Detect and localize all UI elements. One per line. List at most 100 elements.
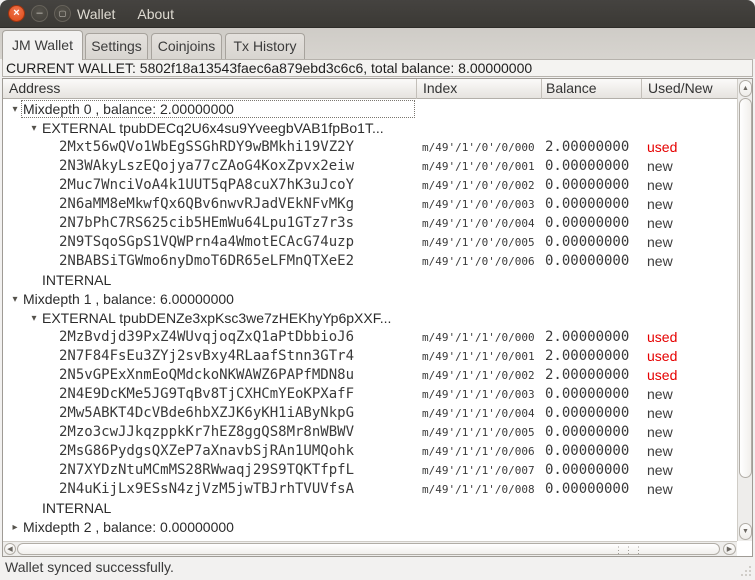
address-cell[interactable]: 2N5vGPExXnmEoQMdckoNKWAWZ6PAPfMDN8u — [59, 366, 354, 385]
scroll-up-icon[interactable]: ▲ — [739, 80, 752, 97]
horizontal-scrollbar[interactable]: ◀ ⋮⋮⋮ ▶ — [3, 541, 737, 556]
tree-row[interactable]: ▸ Mixdepth 2 , balance: 0.00000000 — [3, 518, 738, 537]
vertical-scrollbar[interactable]: ▲ ▼ — [737, 79, 752, 541]
maximize-button-icon[interactable]: ▢ — [54, 5, 71, 22]
column-header-balance[interactable]: Balance — [546, 79, 597, 99]
tab-coinjoins[interactable]: Coinjoins — [151, 33, 222, 59]
tree-row[interactable]: ▾ Mixdepth 1 , balance: 6.00000000 — [3, 290, 738, 309]
index-cell: m/49'/1'/1'/0/007 — [422, 464, 535, 477]
column-divider[interactable] — [416, 79, 417, 99]
close-button-icon[interactable]: × — [8, 5, 25, 22]
branch-label[interactable]: EXTERNAL tpubDECq2U6x4su9YveegbVAB1fpBo1… — [42, 119, 384, 138]
address-cell[interactable]: 2N4uKijLx9ESsN4zjVzM5jwTBJrhTVUVfsA — [59, 480, 354, 499]
balance-cell: 0.00000000 — [545, 462, 630, 478]
address-cell[interactable]: 2N9TSqoSGpS1VQWPrn4a4WmotECAcG74uzp — [59, 233, 354, 252]
address-cell[interactable]: 2N7XYDzNtuMCmMS28RWwaqj29S9TQKTfpfL — [59, 461, 354, 480]
branch-label[interactable]: INTERNAL — [42, 271, 111, 290]
tree-row[interactable]: 2N7bPhC7RS625cib5HEmWu64Lpu1GTz7r3s m/49'… — [3, 214, 738, 233]
balance-cell: 2.00000000 — [545, 329, 630, 345]
address-cell[interactable]: 2N3WAkyLszEQojya77cZAoG4KoxZpvx2eiw — [59, 157, 354, 176]
tree-row[interactable]: 2N5vGPExXnmEoQMdckoNKWAWZ6PAPfMDN8u m/49'… — [3, 366, 738, 385]
tree-row[interactable]: 2Mw5ABKT4DcVBde6hbXZJK6yKH1iAByNkpG m/49'… — [3, 404, 738, 423]
branch-label[interactable]: INTERNAL — [42, 499, 111, 518]
address-cell[interactable]: 2Mxt56wQVo1WbEgSSGhRDY9wBMkhi19VZ2Y — [59, 138, 354, 157]
mixdepth-label[interactable]: Mixdepth 0 , balance: 2.00000000 — [23, 100, 234, 119]
tree-row[interactable]: 2N6aMM8eMkwfQx6QBv6nwvRJadVEkNFvMKg m/49'… — [3, 195, 738, 214]
tree-row[interactable]: 2NBABSiTGWmo6nyDmoT6DR65eLFMnQTXeE2 m/49'… — [3, 252, 738, 271]
used-new-cell: new — [647, 386, 673, 402]
tree-row[interactable]: ▾ EXTERNAL tpubDENZe3xpKsc3we7zHEKhyYp6pX… — [3, 309, 738, 328]
tree-row[interactable]: ▾ Mixdepth 0 , balance: 2.00000000 — [3, 100, 738, 119]
address-cell[interactable]: 2Mzo3cwJJkqzppkKr7hEZ8ggQS8Mr8nWBWV — [59, 423, 354, 442]
expander-open-icon[interactable]: ▾ — [9, 290, 21, 309]
expander-open-icon[interactable]: ▾ — [28, 309, 40, 328]
mixdepth-label[interactable]: Mixdepth 1 , balance: 6.00000000 — [23, 290, 234, 309]
tree-row[interactable]: 2MzBvdjd39PxZ4WUvqjoqZxQ1aPtDbbioJ6 m/49'… — [3, 328, 738, 347]
scroll-left-icon[interactable]: ◀ — [4, 543, 16, 555]
address-cell[interactable]: 2N7bPhC7RS625cib5HEmWu64Lpu1GTz7r3s — [59, 214, 354, 233]
tree-row[interactable]: 2N4uKijLx9ESsN4zjVzM5jwTBJrhTVUVfsA m/49'… — [3, 480, 738, 499]
index-cell: m/49'/1'/1'/0/002 — [422, 369, 535, 382]
tree-row[interactable]: INTERNAL — [3, 499, 738, 518]
address-cell[interactable]: 2Muc7WnciVoA4k1UUT5qPA8cuX7hK3uJcoY — [59, 176, 354, 195]
tree-row[interactable]: 2N7F84FsEu3ZYj2svBxy4RLaafStnn3GTr4 m/49'… — [3, 347, 738, 366]
tree-row[interactable]: 2N7XYDzNtuMCmMS28RWwaqj29S9TQKTfpfL m/49'… — [3, 461, 738, 480]
mixdepth-label[interactable]: Mixdepth 2 , balance: 0.00000000 — [23, 518, 234, 537]
tree-row[interactable]: 2N3WAkyLszEQojya77cZAoG4KoxZpvx2eiw m/49'… — [3, 157, 738, 176]
used-new-cell: new — [647, 443, 673, 459]
address-cell[interactable]: 2Mw5ABKT4DcVBde6hbXZJK6yKH1iAByNkpG — [59, 404, 354, 423]
tree-row[interactable]: ▾ EXTERNAL tpubDECq2U6x4su9YveegbVAB1fpBo… — [3, 119, 738, 138]
balance-cell: 0.00000000 — [545, 177, 630, 193]
tree-row[interactable]: 2Mxt56wQVo1WbEgSSGhRDY9wBMkhi19VZ2Y m/49'… — [3, 138, 738, 157]
index-cell: m/49'/1'/0'/0/002 — [422, 179, 535, 192]
tree-row[interactable]: 2Muc7WnciVoA4k1UUT5qPA8cuX7hK3uJcoY m/49'… — [3, 176, 738, 195]
tree-row[interactable]: INTERNAL — [3, 271, 738, 290]
tree-row[interactable]: 2N4E9DcKMe5JG9TqBv8TjCXHCmYEoKPXafF m/49'… — [3, 385, 738, 404]
horizontal-scrollbar-thumb[interactable]: ⋮⋮⋮ — [17, 543, 720, 555]
column-header-address[interactable]: Address — [9, 79, 60, 99]
menu-about[interactable]: About — [137, 6, 174, 22]
tree-row[interactable]: 2N9TSqoSGpS1VQWPrn4a4WmotECAcG74uzp m/49'… — [3, 233, 738, 252]
address-cell[interactable]: 2MzBvdjd39PxZ4WUvqjoqZxQ1aPtDbbioJ6 — [59, 328, 354, 347]
tree-row[interactable]: 2MsG86PydgsQXZeP7aXnavbSjRAn1UMQohk m/49'… — [3, 442, 738, 461]
address-cell[interactable]: 2MsG86PydgsQXZeP7aXnavbSjRAn1UMQohk — [59, 442, 354, 461]
tab-jm-wallet[interactable]: JM Wallet — [2, 30, 83, 60]
index-cell: m/49'/1'/1'/0/005 — [422, 426, 535, 439]
balance-cell: 2.00000000 — [545, 367, 630, 383]
column-header-index[interactable]: Index — [423, 79, 457, 99]
used-new-cell: new — [647, 405, 673, 421]
balance-cell: 0.00000000 — [545, 158, 630, 174]
tree-row[interactable]: 2Mzo3cwJJkqzppkKr7hEZ8ggQS8Mr8nWBWV m/49'… — [3, 423, 738, 442]
balance-cell: 0.00000000 — [545, 386, 630, 402]
index-cell: m/49'/1'/1'/0/000 — [422, 331, 535, 344]
used-new-cell: used — [647, 367, 678, 383]
column-divider[interactable] — [641, 79, 642, 99]
menu-wallet[interactable]: Wallet — [77, 6, 115, 22]
used-new-cell: new — [647, 253, 673, 269]
address-cell[interactable]: 2N7F84FsEu3ZYj2svBxy4RLaafStnn3GTr4 — [59, 347, 354, 366]
balance-cell: 2.00000000 — [545, 348, 630, 364]
balance-cell: 2.00000000 — [545, 139, 630, 155]
scroll-down-icon[interactable]: ▼ — [739, 523, 752, 540]
branch-label[interactable]: EXTERNAL tpubDENZe3xpKsc3we7zHEKhyYp6pXX… — [42, 309, 391, 328]
resize-grip-icon[interactable] — [739, 564, 751, 576]
tab-tx-history[interactable]: Tx History — [225, 33, 305, 59]
scroll-right-icon[interactable]: ▶ — [723, 543, 736, 555]
expander-open-icon[interactable]: ▾ — [9, 100, 21, 119]
address-cell[interactable]: 2NBABSiTGWmo6nyDmoT6DR65eLFMnQTXeE2 — [59, 252, 354, 271]
used-new-cell: new — [647, 177, 673, 193]
used-new-cell: new — [647, 196, 673, 212]
balance-cell: 0.00000000 — [545, 405, 630, 421]
balance-cell: 0.00000000 — [545, 196, 630, 212]
minimize-button-icon[interactable]: – — [31, 5, 48, 22]
index-cell: m/49'/1'/1'/0/006 — [422, 445, 535, 458]
column-divider[interactable] — [541, 79, 542, 99]
address-cell[interactable]: 2N6aMM8eMkwfQx6QBv6nwvRJadVEkNFvMKg — [59, 195, 354, 214]
column-header-usednew[interactable]: Used/New — [648, 79, 713, 99]
expander-closed-icon[interactable]: ▸ — [9, 518, 21, 537]
vertical-scrollbar-thumb[interactable] — [739, 98, 752, 478]
address-cell[interactable]: 2N4E9DcKMe5JG9TqBv8TjCXHCmYEoKPXafF — [59, 385, 354, 404]
expander-open-icon[interactable]: ▾ — [28, 119, 40, 138]
tab-settings[interactable]: Settings — [85, 33, 148, 59]
index-cell: m/49'/1'/1'/0/008 — [422, 483, 535, 496]
